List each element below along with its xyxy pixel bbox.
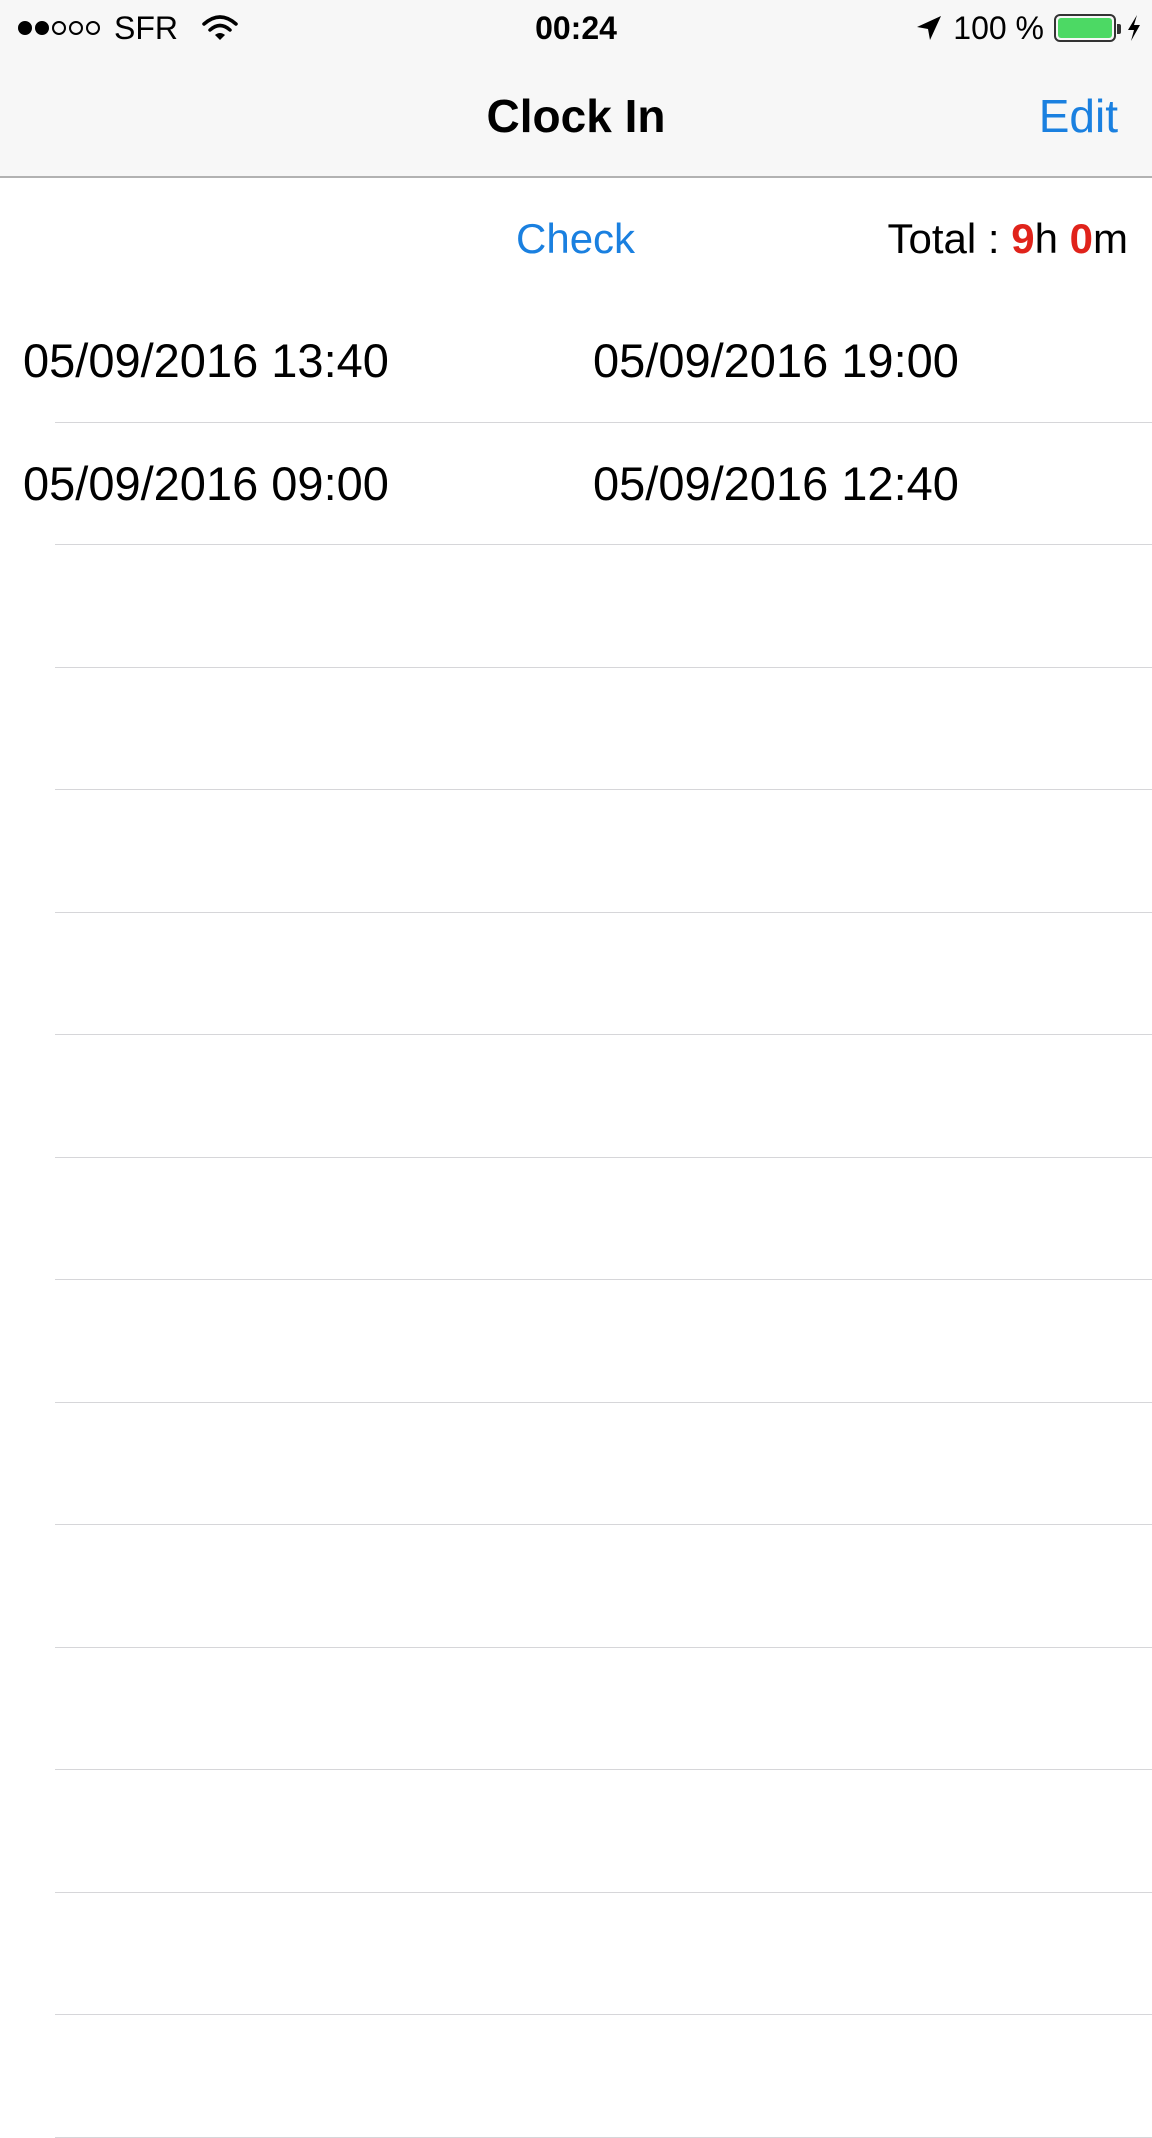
total-hours-value: 9 <box>1011 215 1035 262</box>
clock-in-time: 05/09/2016 09:00 <box>23 456 389 510</box>
empty-row <box>0 668 1152 791</box>
edit-button[interactable]: Edit <box>1039 56 1118 176</box>
clock-in-time: 05/09/2016 13:40 <box>23 334 389 387</box>
empty-row <box>0 1035 1152 1158</box>
battery-level-fill <box>1058 18 1112 38</box>
empty-row <box>0 1893 1152 2016</box>
empty-row <box>0 1648 1152 1771</box>
page-title: Clock In <box>486 90 666 142</box>
battery-icon <box>1054 14 1121 42</box>
total-label: Total : <box>887 215 1012 262</box>
clock-out-time: 05/09/2016 19:00 <box>593 334 959 387</box>
total-minutes-value: 0 <box>1069 215 1093 262</box>
battery-percentage: 100 % <box>953 9 1044 46</box>
time-entry-row[interactable]: 05/09/2016 09:00 05/09/2016 12:40 <box>0 423 1152 546</box>
time-entry-row[interactable]: 05/09/2016 13:40 05/09/2016 19:00 <box>0 300 1152 423</box>
empty-row <box>0 790 1152 913</box>
status-bar-right: 100 % <box>915 0 1142 56</box>
status-bar: SFR 00:24 100 % <box>0 0 1152 56</box>
empty-row <box>0 2015 1152 2138</box>
empty-row <box>0 1525 1152 1648</box>
empty-row <box>0 1158 1152 1281</box>
empty-row <box>0 913 1152 1036</box>
total-duration: Total : 9h 0m <box>888 178 1128 300</box>
empty-row <box>0 545 1152 668</box>
charging-bolt-icon <box>1128 15 1140 41</box>
navigation-bar: Clock In Edit <box>0 56 1152 178</box>
time-entries-list: 05/09/2016 13:40 05/09/2016 19:00 05/09/… <box>0 300 1152 2138</box>
empty-row <box>0 1280 1152 1403</box>
summary-row: Check Total : 9h 0m <box>0 178 1152 300</box>
hours-unit: h <box>1034 215 1070 262</box>
empty-row <box>0 1770 1152 1893</box>
location-arrow-icon <box>917 16 942 40</box>
minutes-unit: m <box>1093 215 1128 262</box>
clock-out-time: 05/09/2016 12:40 <box>593 456 959 510</box>
empty-row <box>0 1403 1152 1526</box>
empty-rows <box>0 545 1152 2138</box>
check-button[interactable]: Check <box>516 178 635 300</box>
